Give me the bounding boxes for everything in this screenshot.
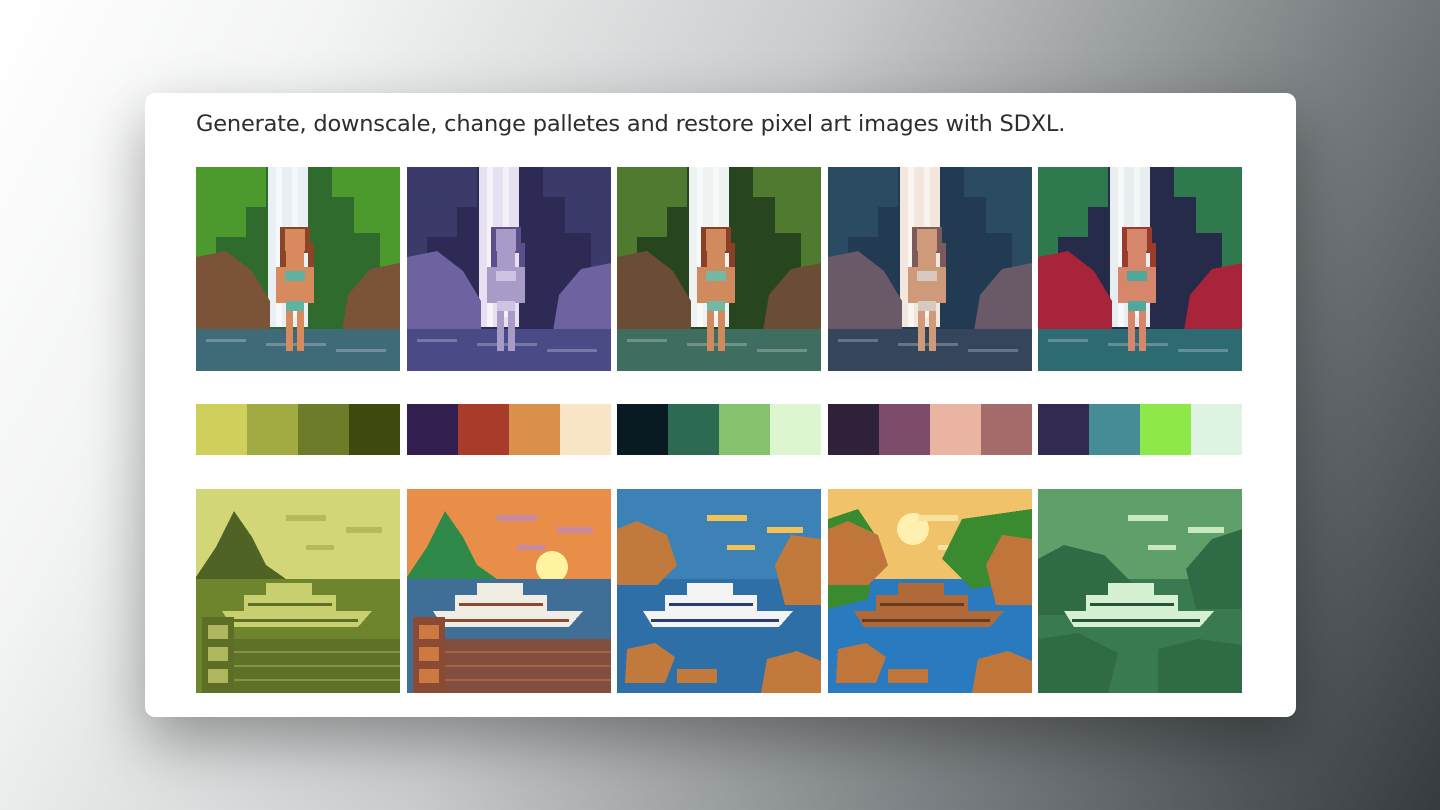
waterfall-red-illustration (1038, 167, 1242, 371)
palette-strip-1 (196, 404, 400, 455)
palette-swatch-2 (879, 404, 930, 455)
palette-strip-5 (1038, 404, 1242, 455)
content-card: Generate, downscale, change palletes and… (145, 93, 1296, 717)
palette-swatch-3 (509, 404, 560, 455)
palette-strip-3 (617, 404, 821, 455)
yacht-image-4 (828, 489, 1032, 693)
palette-swatch-1 (196, 404, 247, 455)
palette-swatch-1 (617, 404, 668, 455)
yacht-bay-illustration (617, 489, 821, 693)
waterfall-slate-illustration (828, 167, 1032, 371)
palette-swatch-4 (349, 404, 400, 455)
waterfall-image-3 (617, 167, 821, 371)
description-text: Generate, downscale, change palletes and… (196, 111, 1066, 137)
palette-swatch-1 (828, 404, 879, 455)
palette-swatch-4 (981, 404, 1032, 455)
waterfall-green-illustration (617, 167, 821, 371)
palette-swatch-4 (770, 404, 821, 455)
palette-swatch-1 (407, 404, 458, 455)
waterfall-image-5 (1038, 167, 1242, 371)
palette-swatch-3 (298, 404, 349, 455)
waterfall-image-2 (407, 167, 611, 371)
waterfall-image-1 (196, 167, 400, 371)
waterfall-original-illustration (196, 167, 400, 371)
yacht-image-5 (1038, 489, 1242, 693)
palette-swatch-4 (560, 404, 611, 455)
yacht-olive-illustration (196, 489, 400, 693)
palette-strip-2 (407, 404, 611, 455)
palette-swatch-3 (719, 404, 770, 455)
palette-swatch-1 (1038, 404, 1089, 455)
palette-swatch-3 (930, 404, 981, 455)
yacht-jungle-illustration (828, 489, 1032, 693)
waterfall-purple-illustration (407, 167, 611, 371)
waterfall-image-4 (828, 167, 1032, 371)
palette-swatch-4 (1191, 404, 1242, 455)
yacht-image-3 (617, 489, 821, 693)
palette-swatch-2 (247, 404, 298, 455)
yacht-sunset-illustration (407, 489, 611, 693)
palette-swatch-2 (1089, 404, 1140, 455)
yacht-image-2 (407, 489, 611, 693)
palette-strip-4 (828, 404, 1032, 455)
yacht-image-1 (196, 489, 400, 693)
palette-swatch-3 (1140, 404, 1191, 455)
yacht-green-illustration (1038, 489, 1242, 693)
palette-swatch-2 (668, 404, 719, 455)
palette-swatch-2 (458, 404, 509, 455)
